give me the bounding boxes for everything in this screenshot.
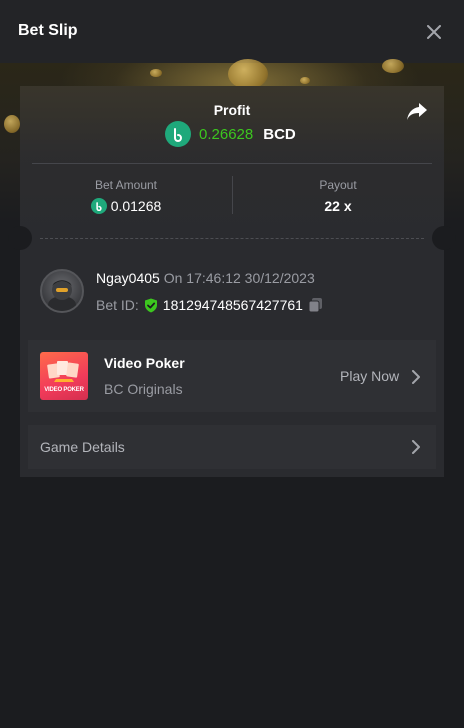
close-icon xyxy=(427,25,441,39)
bet-id-line: Bet ID: 181294748567427761 xyxy=(96,296,323,314)
bcd-coin-icon xyxy=(165,121,191,147)
playing-cards-icon xyxy=(47,361,79,382)
thumbnail-label: VIDEO POKER xyxy=(44,387,84,393)
modal-title: Bet Slip xyxy=(18,22,78,39)
payout-label: Payout xyxy=(319,178,357,192)
profit-currency: BCD xyxy=(263,125,296,143)
profit-row: 0.26628 BCD xyxy=(165,121,296,147)
copy-icon[interactable] xyxy=(308,297,323,313)
bet-id-value: 181294748567427761 xyxy=(162,297,303,313)
game-details-label: Game Details xyxy=(40,439,125,455)
bet-slip-modal: Bet Slip Profit 0.26628 BCD Bet Amount 0… xyxy=(0,0,464,728)
bet-amount-label: Bet Amount xyxy=(94,178,158,192)
bcd-logo-icon xyxy=(96,202,102,211)
ticket-notch xyxy=(432,226,456,250)
bet-card: Profit 0.26628 BCD Bet Amount 0.01268 Pa… xyxy=(8,86,456,477)
coin-decoration xyxy=(228,59,268,89)
avatar-image xyxy=(48,280,76,311)
bet-time: On 17:46:12 30/12/2023 xyxy=(163,270,315,286)
profit-label: Profit xyxy=(213,102,251,118)
bet-amount-row: 0.01268 xyxy=(20,198,232,214)
coin-decoration xyxy=(150,69,162,77)
user-line: Ngay0405 On 17:46:12 30/12/2023 xyxy=(96,270,315,286)
game-details-row[interactable]: Game Details xyxy=(28,425,436,469)
bcd-coin-icon xyxy=(90,198,107,214)
share-icon xyxy=(407,103,427,120)
game-row[interactable]: VIDEO POKER Video Poker BC Originals Pla… xyxy=(28,340,436,412)
bcd-logo-icon xyxy=(174,128,182,142)
coin-decoration xyxy=(300,77,310,84)
coin-decoration xyxy=(4,115,20,133)
modal-header: Bet Slip xyxy=(0,0,464,63)
game-thumbnail: VIDEO POKER xyxy=(40,352,88,400)
bet-amount-stat: Bet Amount 0.01268 xyxy=(20,178,232,214)
game-name: Video Poker xyxy=(104,355,185,371)
chevron-right-icon xyxy=(412,440,420,454)
payout-row: 22 x xyxy=(232,198,444,214)
avatar[interactable] xyxy=(40,269,84,313)
bet-id-label: Bet ID: xyxy=(96,297,139,313)
bet-amount-value: 0.01268 xyxy=(110,198,162,214)
ticket-perforation xyxy=(40,238,424,239)
play-now-button[interactable]: Play Now xyxy=(340,368,399,384)
ticket-notch xyxy=(8,226,32,250)
chevron-right-icon xyxy=(412,370,420,384)
profit-value: 0.26628 xyxy=(199,125,254,143)
username[interactable]: Ngay0405 xyxy=(96,270,160,286)
game-provider: BC Originals xyxy=(104,381,183,397)
payout-stat: Payout 22 x xyxy=(232,178,444,214)
payout-value: 22 x xyxy=(324,198,352,214)
close-button[interactable] xyxy=(420,18,448,46)
coin-decoration xyxy=(382,59,404,73)
divider xyxy=(32,163,432,164)
share-button[interactable] xyxy=(406,102,430,124)
verified-shield-icon xyxy=(144,298,157,312)
